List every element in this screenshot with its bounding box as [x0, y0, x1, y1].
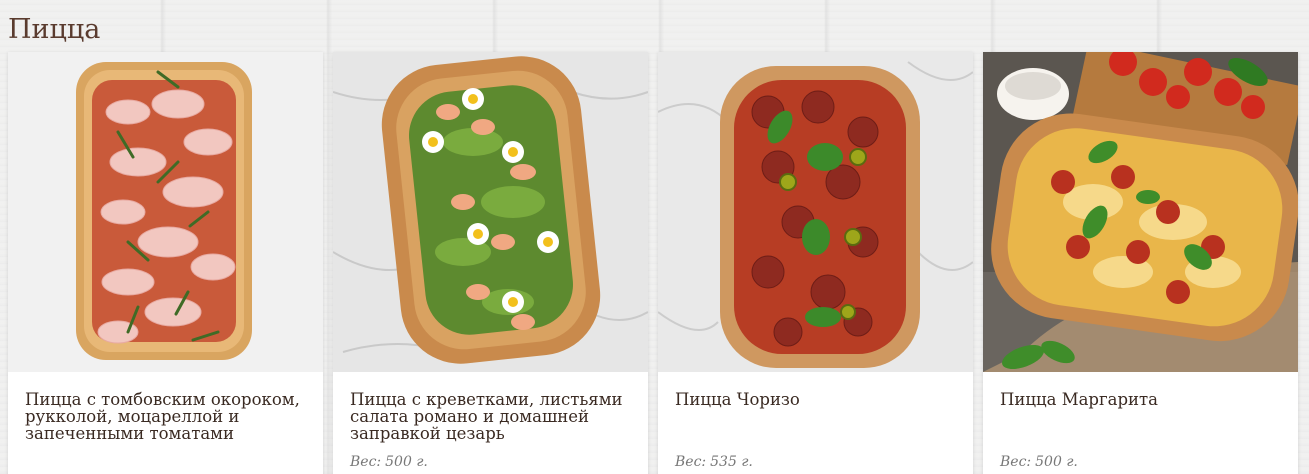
card-body: Пицца Чоризо Вес: 535 г.	[658, 372, 973, 474]
weight-label: Вес:	[350, 454, 382, 470]
product-weight: Вес: 500 г.	[350, 454, 428, 470]
weight-value: 535 г.	[710, 454, 753, 470]
weight-value: 500 г.	[1035, 454, 1078, 470]
pizza-ham-arugula-image[interactable]	[8, 52, 323, 372]
card-body: Пицца с креветками, листьями салата рома…	[333, 372, 648, 474]
product-card[interactable]: Пицца Маргарита Вес: 500 г.	[983, 52, 1298, 474]
section-title: Пицца	[8, 14, 101, 45]
product-card[interactable]: Пицца с томбовским окороком, рукколой, м…	[8, 52, 323, 474]
product-grid: Пицца с томбовским окороком, рукколой, м…	[8, 52, 1298, 474]
card-body: Пицца Маргарита Вес: 500 г.	[983, 372, 1298, 474]
product-card[interactable]: Пицца с креветками, листьями салата рома…	[333, 52, 648, 474]
product-name[interactable]: Пицца Маргарита	[1000, 391, 1281, 408]
product-card[interactable]: Пицца Чоризо Вес: 535 г.	[658, 52, 973, 474]
product-weight: Вес: 535 г.	[675, 454, 753, 470]
card-body: Пицца с томбовским окороком, рукколой, м…	[8, 372, 323, 474]
weight-value: 500 г.	[385, 454, 428, 470]
product-weight: Вес: 500 г.	[1000, 454, 1078, 470]
pizza-margherita-image[interactable]	[983, 52, 1298, 372]
pizza-chorizo-image[interactable]	[658, 52, 973, 372]
product-name[interactable]: Пицца Чоризо	[675, 391, 956, 408]
weight-label: Вес:	[675, 454, 707, 470]
pizza-shrimp-caesar-image[interactable]	[333, 52, 648, 372]
product-name[interactable]: Пицца с томбовским окороком, рукколой, м…	[25, 391, 306, 442]
product-name[interactable]: Пицца с креветками, листьями салата рома…	[350, 391, 631, 442]
weight-label: Вес:	[1000, 454, 1032, 470]
